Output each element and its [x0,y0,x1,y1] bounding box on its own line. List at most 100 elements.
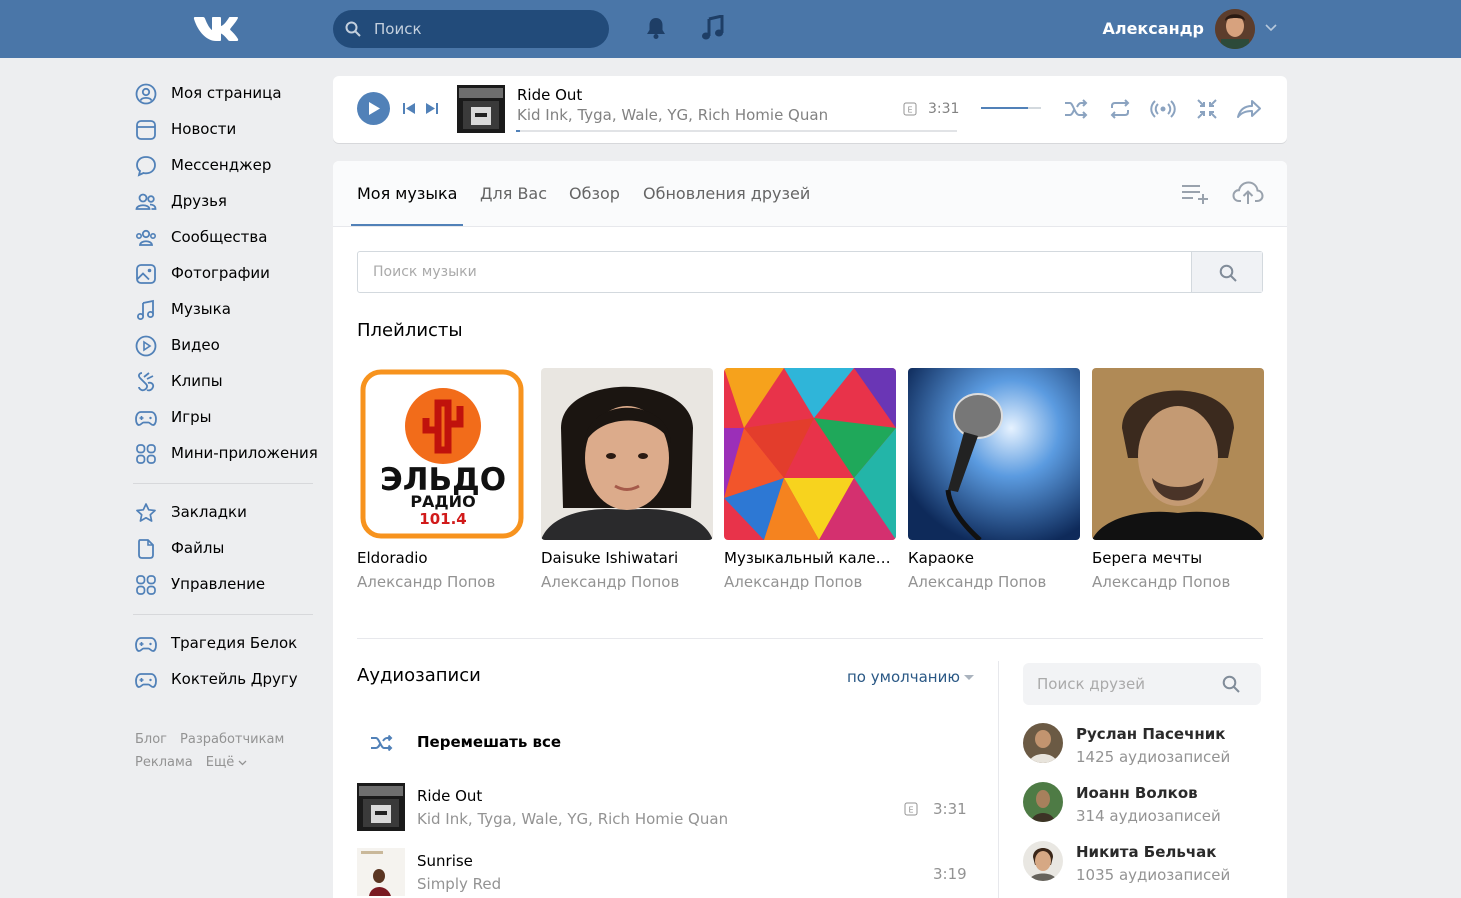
footer-link-more[interactable]: Ещё [206,755,247,770]
footer-link-developers[interactable]: Разработчикам [180,732,284,747]
track-artist[interactable]: Simply Red [417,875,501,893]
track-artist[interactable]: Kid Ink, Tyga, Wale, YG, Rich Homie Quan [417,810,728,828]
playback-progress-bar[interactable] [516,130,957,132]
track-cover[interactable] [357,848,405,896]
sidebar-item-messenger[interactable]: Мессенджер [133,148,318,184]
playlist-author[interactable]: Александр Попов [908,573,1046,591]
playlist-title[interactable]: Берега мечты [1092,549,1264,567]
playlist-card[interactable]: Музыкальный калейдоскоп Александр Попов [724,368,896,591]
chevron-down-icon[interactable] [1265,24,1277,32]
sidebar-item-label: Мессенджер [171,156,272,174]
player-track-title[interactable]: Ride Out [517,86,582,104]
shuffle-icon [371,735,393,751]
music-search-input[interactable]: Поиск музыки [357,251,1263,293]
sidebar-item-games[interactable]: Игры [133,400,318,436]
sidebar-item-music[interactable]: Музыка [133,292,318,328]
caret-down-icon[interactable] [964,675,974,681]
user-name[interactable]: Александр [1080,19,1204,38]
sidebar-item-manage[interactable]: Управление [133,567,318,603]
playlist-author[interactable]: Александр Попов [724,573,862,591]
chevron-down-icon [238,760,247,766]
next-track-icon[interactable] [425,102,439,115]
vk-logo-icon[interactable] [193,14,239,44]
avatar[interactable] [1023,723,1063,763]
sort-select[interactable]: по умолчанию [847,668,960,686]
tab-my-music[interactable]: Моя музыка [357,184,457,203]
playlist-cover[interactable]: ЭЛЬДО РАДИО 101.4 [357,368,529,540]
music-search-button[interactable] [1191,252,1262,292]
playlist-title[interactable]: Daisuke Ishiwatari [541,549,713,567]
playlist-cover[interactable] [541,368,713,540]
similar-tracks-icon[interactable] [1195,98,1219,120]
active-tab-indicator [351,224,463,226]
playlist-title[interactable]: Караоке [908,549,1080,567]
sidebar-item-files[interactable]: Файлы [133,531,318,567]
sidebar-item-video[interactable]: Видео [133,328,318,364]
top-bar: Поиск Александр [0,0,1461,58]
track-title[interactable]: Sunrise [417,852,473,870]
share-icon[interactable] [1236,98,1262,120]
music-note-icon[interactable] [700,15,726,41]
repeat-icon[interactable] [1108,98,1132,120]
track-cover[interactable] [357,783,405,831]
sidebar-item-friends[interactable]: Друзья [133,184,318,220]
playlist-cover[interactable] [724,368,896,540]
global-search-input[interactable]: Поиск [333,10,609,48]
tab-friends-updates[interactable]: Обновления друзей [643,184,810,203]
shuffle-all-button[interactable]: Перемешать все [357,727,977,757]
playlist-author[interactable]: Александр Попов [541,573,679,591]
playlist-cover[interactable] [908,368,1080,540]
sidebar-item-communities[interactable]: Сообщества [133,220,318,256]
volume-slider[interactable] [981,107,1041,109]
playlist-author[interactable]: Александр Попов [1092,573,1230,591]
sidebar-footer: Блог Разработчикам Реклама Ещё [135,728,335,774]
previous-track-icon[interactable] [402,102,416,115]
add-playlist-icon[interactable] [1181,183,1211,205]
playlist-author[interactable]: Александр Попов [357,573,495,591]
sidebar-item-news[interactable]: Новости [133,112,318,148]
upload-cloud-icon[interactable] [1232,181,1264,205]
friend-item[interactable]: Иоанн Волков 314 аудиозаписей [1023,782,1263,832]
track-title[interactable]: Ride Out [417,787,482,805]
bell-icon[interactable] [644,16,668,40]
shuffle-all-label: Перемешать все [417,733,562,751]
sidebar-item-photos[interactable]: Фотографии [133,256,318,292]
friend-name[interactable]: Иоанн Волков [1076,784,1198,802]
shuffle-icon[interactable] [1063,98,1089,120]
tab-browse[interactable]: Обзор [569,184,620,203]
sidebar-item-label: Закладки [171,503,247,521]
avatar[interactable] [1215,9,1255,49]
friend-item[interactable]: Никита Бельчак 1035 аудиозаписей [1023,841,1263,891]
player-track-artist[interactable]: Kid Ink, Tyga, Wale, YG, Rich Homie Quan [517,106,828,124]
sidebar-item-mini-apps[interactable]: Мини-приложения [133,436,318,472]
friends-search-input[interactable]: Поиск друзей [1023,663,1261,705]
tab-for-you[interactable]: Для Вас [480,184,547,203]
playlist-card[interactable]: ЭЛЬДО РАДИО 101.4 Eldoradio Александр По… [357,368,529,591]
message-icon [136,156,156,177]
avatar[interactable] [1023,841,1063,881]
playlist-card[interactable]: Daisuke Ishiwatari Александр Попов [541,368,713,591]
track-row[interactable]: Ride Out Kid Ink, Tyga, Wale, YG, Rich H… [357,783,977,839]
sidebar-item-game-cocktail[interactable]: Коктейль Другу [133,662,318,698]
footer-link-ads[interactable]: Реклама [135,755,193,770]
newsfeed-icon [136,120,156,140]
playlist-title[interactable]: Музыкальный калейдоскоп [724,549,896,567]
play-button[interactable] [357,92,390,125]
sidebar-item-label: Новости [171,120,237,138]
music-icon [137,299,154,320]
avatar[interactable] [1023,782,1063,822]
playlist-card[interactable]: Берега мечты Александр Попов [1092,368,1264,591]
footer-link-blog[interactable]: Блог [135,732,167,747]
broadcast-icon[interactable] [1150,98,1176,120]
friend-item[interactable]: Руслан Пасечник 1425 аудиозаписей [1023,723,1263,773]
sidebar-item-clips[interactable]: Клипы [133,364,318,400]
sidebar-item-bookmarks[interactable]: Закладки [133,495,318,531]
track-row[interactable]: Sunrise Simply Red 3:19 [357,848,977,898]
friend-name[interactable]: Никита Бельчак [1076,843,1216,861]
friend-name[interactable]: Руслан Пасечник [1076,725,1225,743]
playlist-title[interactable]: Eldoradio [357,549,529,567]
playlist-card[interactable]: Караоке Александр Попов [908,368,1080,591]
sidebar-item-my-page[interactable]: Моя страница [133,76,318,112]
playlist-cover[interactable] [1092,368,1264,540]
sidebar-item-game-tragedy-belok[interactable]: Трагедия Белок [133,626,318,662]
